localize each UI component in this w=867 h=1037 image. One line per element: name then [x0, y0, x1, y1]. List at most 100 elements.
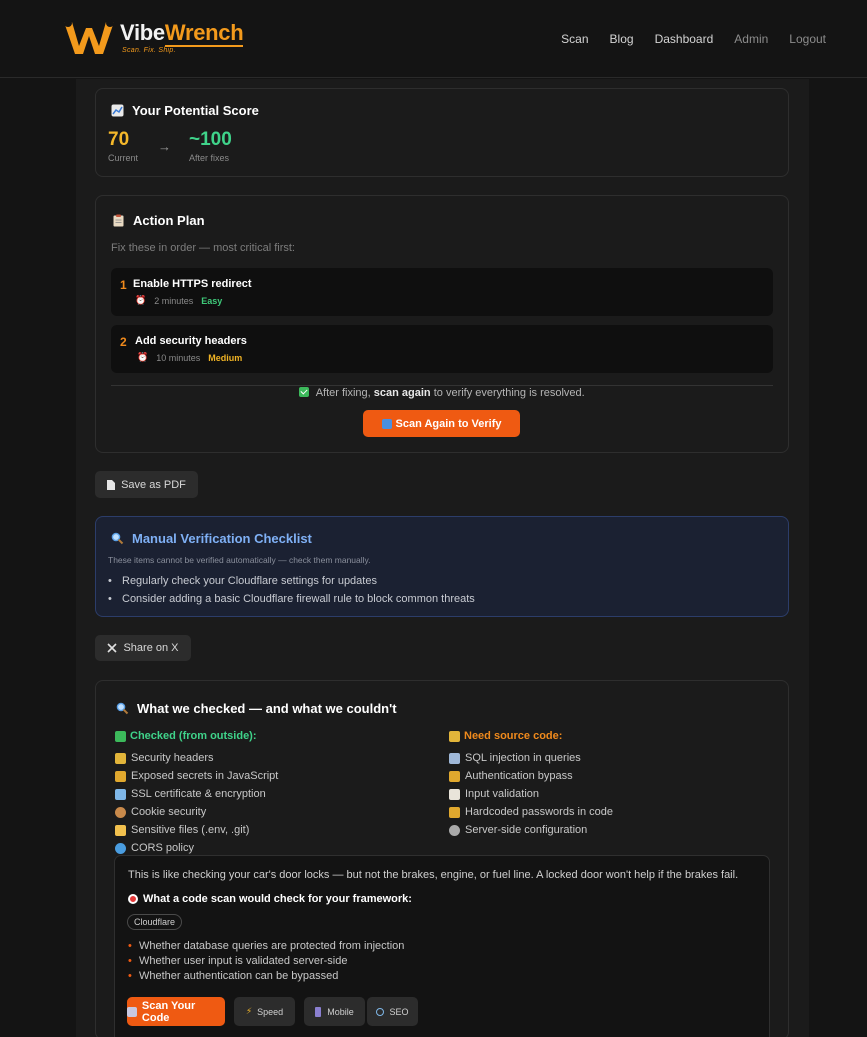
x-logo-icon [107, 643, 118, 653]
checkmark-icon [115, 730, 126, 742]
magnifier-icon [376, 1007, 385, 1016]
lock-icon [115, 752, 126, 764]
brand-name: VibeWrench [120, 20, 244, 47]
step-time: 2 minutes [154, 295, 194, 306]
lock-icon [449, 730, 460, 742]
list-item: SSL certificate & encryption [115, 785, 278, 803]
nav-logout[interactable]: Logout [789, 32, 826, 46]
main-nav: Scan Blog Dashboard Admin Logout [561, 32, 826, 46]
syringe-icon [449, 752, 460, 764]
key-icon [449, 806, 460, 818]
save-pdf-button[interactable]: Save as PDF [95, 471, 198, 498]
list-item: Security headers [115, 749, 278, 767]
nav-scan[interactable]: Scan [561, 32, 588, 46]
list-item: Consider adding a basic Cloudflare firew… [108, 590, 475, 608]
document-icon [107, 479, 116, 490]
step-number: 2 [120, 335, 127, 349]
scan-your-code-button[interactable]: Scan Your Code [127, 997, 225, 1026]
lab-icon [127, 1006, 137, 1017]
manual-checklist: Regularly check your Cloudflare settings… [108, 572, 475, 608]
current-score-value: 70 [108, 129, 130, 150]
potential-score-card: Your Potential Score 70 Current → ~100 A… [95, 88, 789, 177]
phone-icon [315, 1006, 322, 1017]
step-title: Enable HTTPS redirect [133, 278, 252, 290]
magnifier-icon [115, 702, 129, 716]
brand-tagline: Scan. Fix. Ship. [122, 47, 176, 54]
code-scan-analogy-box: This is like checking your car's door lo… [114, 855, 770, 1037]
cookie-icon [115, 806, 126, 818]
manual-verification-subtitle: These items cannot be verified automatic… [108, 555, 371, 565]
list-item: Input validation [449, 785, 613, 803]
list-item: Regularly check your Cloudflare settings… [108, 572, 475, 590]
wrench-w-logo-icon [64, 19, 114, 54]
chart-up-icon [110, 104, 124, 118]
unlock-icon [449, 770, 460, 782]
manual-verification-card: Manual Verification Checklist These item… [95, 516, 789, 617]
seo-button[interactable]: SEO [367, 997, 418, 1026]
step-number: 1 [120, 278, 127, 292]
action-plan-subtitle: Fix these in order — most critical first… [111, 242, 295, 254]
analogy-text: This is like checking your car's door lo… [128, 869, 739, 881]
step-meta: ⏰ 10 minutes Medium [137, 352, 242, 363]
action-plan-title: Action Plan [111, 213, 205, 228]
divider [111, 385, 773, 386]
list-item: Whether database queries are protected f… [128, 939, 404, 954]
folder-icon [115, 824, 126, 836]
key-icon [115, 770, 126, 782]
list-item: Authentication bypass [449, 767, 613, 785]
mobile-button[interactable]: Mobile [304, 997, 365, 1026]
memo-icon [449, 788, 460, 800]
difficulty-badge: Easy [201, 295, 223, 306]
magnifier-icon [110, 532, 124, 546]
step-title: Add security headers [135, 335, 247, 347]
speed-button[interactable]: ⚡ Speed [234, 997, 295, 1026]
list-item: Exposed secrets in JavaScript [115, 767, 278, 785]
framework-title: What a code scan would check for your fr… [128, 893, 412, 905]
target-icon [128, 894, 138, 904]
nav-admin[interactable]: Admin [734, 32, 768, 46]
what-we-checked-title: What we checked — and what we couldn't [115, 701, 397, 716]
refresh-icon [381, 418, 392, 429]
after-fixes-score: ~100 After fixes [189, 129, 232, 163]
arrow-right-icon: → [158, 139, 171, 154]
action-plan-card: Action Plan Fix these in order — most cr… [95, 195, 789, 453]
after-score-label: After fixes [189, 153, 230, 163]
lightning-icon: ⚡ [245, 1006, 253, 1016]
id-card-icon [115, 788, 126, 800]
need-source-list: SQL injection in queries Authentication … [449, 749, 613, 839]
scan-again-button[interactable]: Scan Again to Verify [363, 410, 520, 437]
list-item: Whether authentication can be bypassed [128, 969, 404, 984]
after-score-value: ~100 [189, 129, 232, 150]
checkmark-icon [299, 387, 310, 397]
step-time: 10 minutes [156, 352, 201, 363]
need-source-heading: Need source code: [449, 730, 562, 742]
nav-blog[interactable]: Blog [610, 32, 634, 46]
nav-dashboard[interactable]: Dashboard [655, 32, 714, 46]
report-column: Your Potential Score 70 Current → ~100 A… [76, 79, 809, 1037]
difficulty-badge: Medium [208, 352, 243, 363]
alarm-clock-icon: ⏰ [137, 352, 149, 362]
what-we-checked-card: What we checked — and what we couldn't C… [95, 680, 789, 1037]
clipboard-icon [111, 214, 125, 228]
globe-icon [115, 842, 126, 854]
list-item: Whether user input is validated server-s… [128, 954, 404, 969]
top-navigation-bar: VibeWrench Scan. Fix. Ship. Scan Blog Da… [0, 0, 867, 78]
manual-verification-title: Manual Verification Checklist [110, 531, 312, 546]
vibewrench-logo[interactable]: VibeWrench Scan. Fix. Ship. [62, 18, 244, 56]
list-item: Server-side configuration [449, 821, 613, 839]
action-step[interactable]: 1 Enable HTTPS redirect ⏰ 2 minutes Easy [111, 268, 773, 316]
action-step[interactable]: 2 Add security headers ⏰ 10 minutes Medi… [111, 325, 773, 373]
step-meta: ⏰ 2 minutes Easy [135, 295, 222, 306]
current-score: 70 Current [108, 129, 138, 163]
list-item: Sensitive files (.env, .git) [115, 821, 278, 839]
framework-chip: Cloudflare [127, 914, 183, 930]
scan-again-note: After fixing, scan again to verify every… [96, 387, 788, 399]
alarm-clock-icon: ⏰ [135, 295, 147, 305]
gear-icon [449, 824, 460, 836]
current-score-label: Current [108, 153, 139, 163]
share-on-x-button[interactable]: Share on X [95, 635, 191, 661]
framework-checks-list: Whether database queries are protected f… [128, 939, 404, 984]
checked-outside-heading: Checked (from outside): [115, 730, 257, 742]
list-item: Hardcoded passwords in code [449, 803, 613, 821]
list-item: SQL injection in queries [449, 749, 613, 767]
